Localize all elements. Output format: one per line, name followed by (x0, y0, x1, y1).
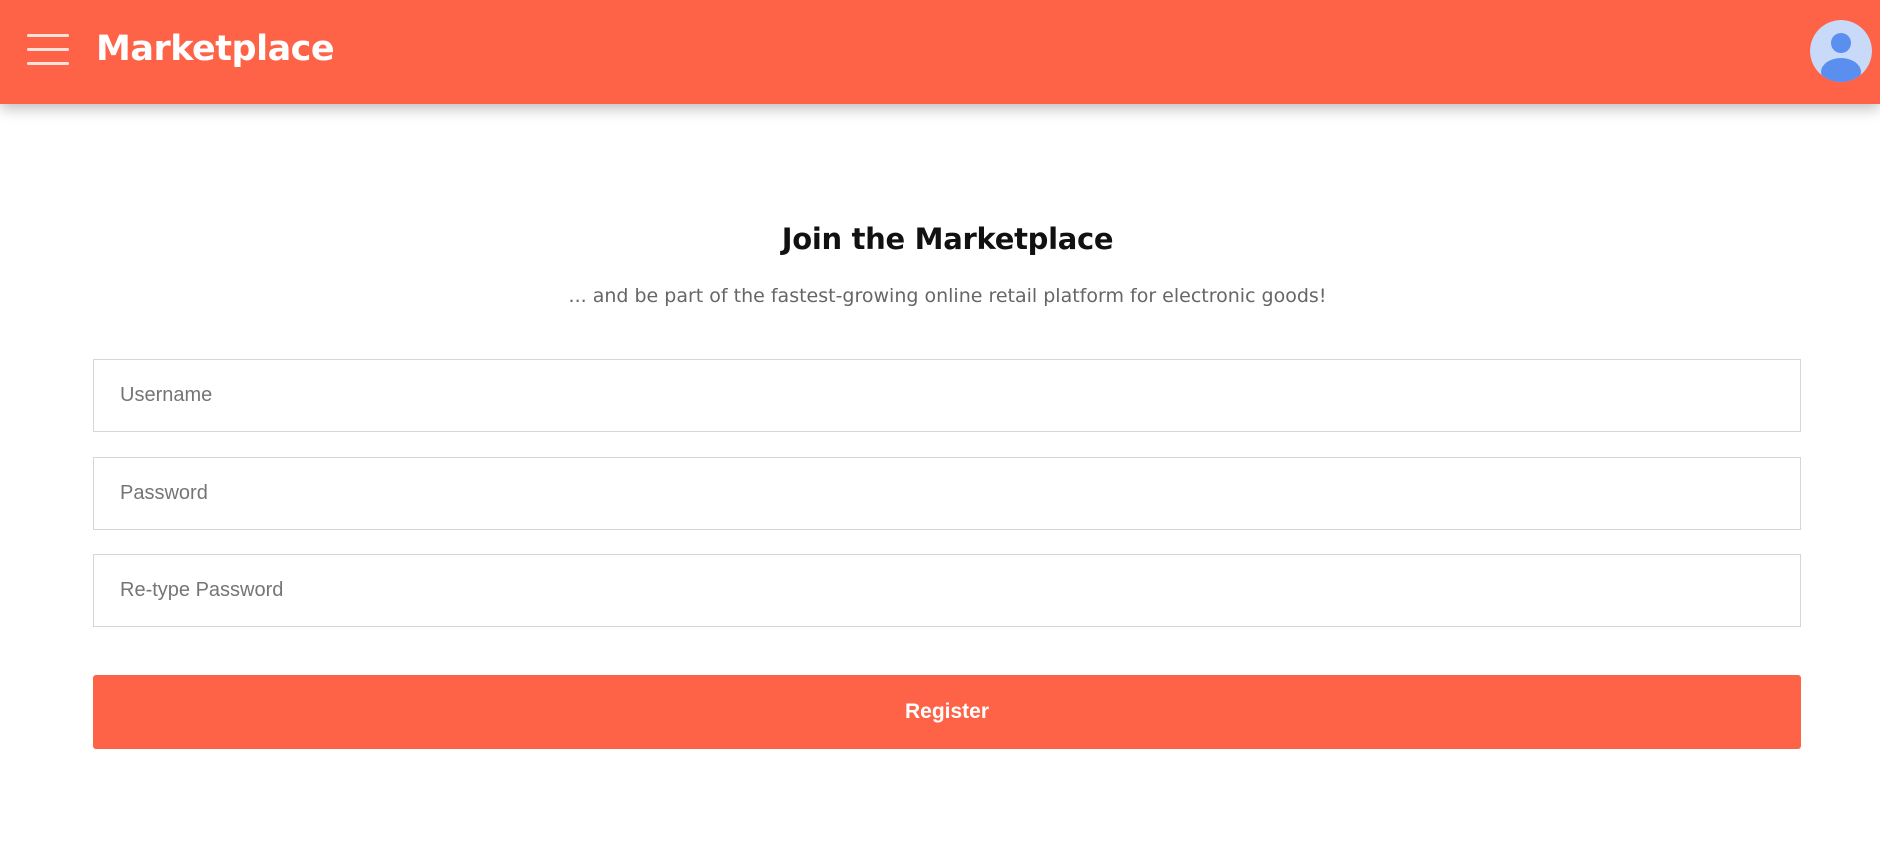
user-avatar-icon[interactable] (1810, 20, 1872, 82)
register-page: Join the Marketplace ... and be part of … (0, 104, 1880, 864)
page-subtitle: ... and be part of the fastest-growing o… (568, 285, 1327, 307)
retype-password-input[interactable] (93, 554, 1801, 627)
app-title: Marketplace (96, 29, 335, 69)
username-input[interactable] (93, 359, 1801, 432)
register-button[interactable]: Register (93, 675, 1801, 749)
hamburger-menu-icon[interactable] (24, 30, 72, 70)
menu-line (27, 34, 69, 37)
menu-line (27, 48, 69, 51)
avatar-graphic (1810, 20, 1872, 82)
password-input[interactable] (93, 457, 1801, 530)
page-title: Join the Marketplace (781, 222, 1114, 256)
app-header: Marketplace (0, 0, 1880, 104)
menu-line (27, 62, 69, 65)
